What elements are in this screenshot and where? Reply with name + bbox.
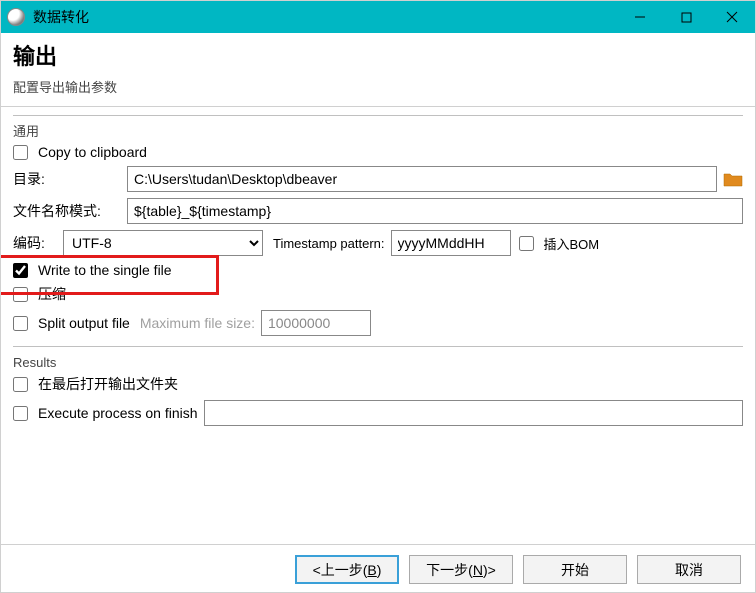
titlebar: 数据转化 xyxy=(1,1,755,33)
compress-label: 压缩 xyxy=(38,284,66,304)
cancel-button[interactable]: 取消 xyxy=(637,555,741,584)
encoding-select[interactable]: UTF-8 xyxy=(63,230,263,256)
timestamp-pattern-input[interactable] xyxy=(391,230,511,256)
timestamp-pattern-label: Timestamp pattern: xyxy=(273,236,385,251)
next-button[interactable]: 下一步(N)> xyxy=(409,555,513,584)
dialog-header: 输出 配置导出输出参数 xyxy=(1,33,755,107)
split-output-checkbox[interactable] xyxy=(13,316,28,331)
exec-finish-label: Execute process on finish xyxy=(38,405,198,421)
group-results: Results 在最后打开输出文件夹 Execute process on fi… xyxy=(13,346,743,426)
group-results-legend: Results xyxy=(13,355,62,370)
start-button[interactable]: 开始 xyxy=(523,555,627,584)
group-general-legend: 通用 xyxy=(13,121,45,140)
split-output-label: Split output file xyxy=(38,315,130,331)
directory-input[interactable] xyxy=(127,166,717,192)
dialog-body: 通用 Copy to clipboard 目录: 文件名称模式: xyxy=(1,107,755,544)
maximize-button[interactable] xyxy=(663,1,709,33)
copy-clipboard-checkbox[interactable] xyxy=(13,145,28,160)
minimize-icon xyxy=(634,11,646,23)
window-title: 数据转化 xyxy=(33,7,89,27)
close-button[interactable] xyxy=(709,1,755,33)
close-icon xyxy=(726,11,738,23)
exec-finish-checkbox[interactable] xyxy=(13,406,28,421)
minimize-button[interactable] xyxy=(617,1,663,33)
compress-checkbox[interactable] xyxy=(13,287,28,302)
open-folder-label: 在最后打开输出文件夹 xyxy=(38,374,178,394)
copy-clipboard-label: Copy to clipboard xyxy=(38,144,147,160)
filepattern-label: 文件名称模式: xyxy=(13,201,121,221)
page-subtitle: 配置导出输出参数 xyxy=(13,77,743,96)
directory-label: 目录: xyxy=(13,169,121,189)
max-filesize-input xyxy=(261,310,371,336)
single-file-label: Write to the single file xyxy=(38,262,172,278)
back-button[interactable]: <上一步(B) xyxy=(295,555,399,584)
group-general: 通用 Copy to clipboard 目录: 文件名称模式: xyxy=(13,115,743,336)
window-controls xyxy=(617,1,755,33)
max-filesize-label: Maximum file size: xyxy=(140,315,255,331)
page-title: 输出 xyxy=(13,39,743,71)
insert-bom-label: 插入BOM xyxy=(544,234,600,253)
single-file-checkbox[interactable] xyxy=(13,263,28,278)
dialog-footer: <上一步(B) 下一步(N)> 开始 取消 xyxy=(1,544,755,592)
app-icon xyxy=(7,8,25,26)
insert-bom-checkbox[interactable] xyxy=(519,236,534,251)
maximize-icon xyxy=(681,12,692,23)
dialog-window: 数据转化 输出 配置导出输出参数 通用 Copy to clipboard xyxy=(0,0,756,593)
encoding-label: 编码: xyxy=(13,233,57,253)
browse-folder-button[interactable] xyxy=(723,171,743,187)
exec-finish-input[interactable] xyxy=(204,400,743,426)
open-folder-checkbox[interactable] xyxy=(13,377,28,392)
folder-icon xyxy=(723,171,743,187)
filepattern-input[interactable] xyxy=(127,198,743,224)
